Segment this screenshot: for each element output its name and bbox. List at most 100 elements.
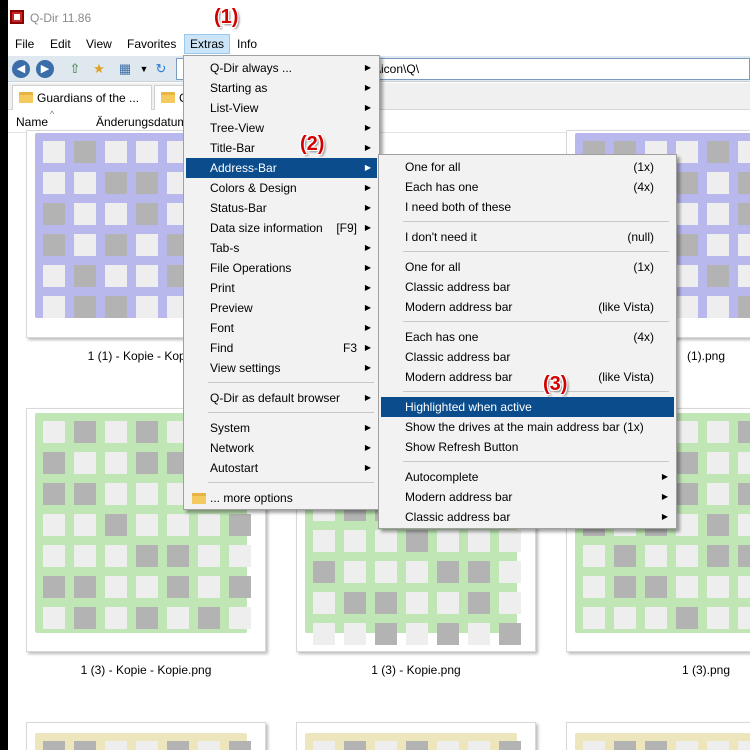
grid-cell [676, 421, 698, 443]
thumbnail[interactable] [296, 722, 536, 750]
menu-bar [8, 34, 750, 54]
tab-guardians[interactable]: Guardians of the ... [12, 85, 152, 110]
grid-cell [707, 545, 729, 567]
grid-cell [738, 452, 750, 474]
extras-menu-item[interactable]: Print ▶ [186, 278, 377, 298]
address-submenu-item[interactable]: Each has one (4x) [381, 177, 674, 197]
thumbnail[interactable] [26, 722, 266, 750]
submenu-arrow-icon: ▶ [364, 323, 371, 332]
address-submenu-item[interactable]: One for all (1x) [381, 257, 674, 277]
extras-menu-item[interactable]: View settings ▶ [186, 358, 377, 378]
up-folder-icon[interactable]: ⇧ [66, 60, 84, 78]
menu-file[interactable]: File [10, 34, 39, 54]
address-submenu-item[interactable]: Show Refresh Button [381, 437, 674, 457]
file-name[interactable]: 1 (3).png [676, 663, 736, 677]
grid-cell [313, 623, 335, 645]
grid-cell [74, 265, 96, 287]
grid-cell [406, 530, 428, 552]
extras-menu-item[interactable]: Tree-View ▶ [186, 118, 377, 138]
extras-menu-item[interactable]: Tab-s ▶ [186, 238, 377, 258]
extras-menu-item[interactable]: Font ▶ [186, 318, 377, 338]
extras-menu-item[interactable]: Preview ▶ [186, 298, 377, 318]
grid-cell [105, 296, 127, 318]
address-submenu-item[interactable]: Autocomplete ▶ [381, 467, 674, 487]
grid-cell [499, 592, 521, 614]
grid-cell [229, 741, 251, 750]
submenu-arrow-icon: ▶ [364, 143, 371, 152]
menu-hint: (4x) [633, 180, 654, 194]
address-submenu-item[interactable]: Show the drives at the main address bar … [381, 417, 674, 437]
refresh-icon[interactable]: ↻ [152, 60, 170, 78]
menu-hint: (like Vista) [598, 300, 654, 314]
grid-cell [437, 592, 459, 614]
view-mode-icon[interactable]: ▦ [116, 60, 134, 78]
extras-menu-item[interactable]: Address-Bar ▶ [186, 158, 377, 178]
extras-menu-item[interactable]: System ▶ [186, 418, 377, 438]
grid-cell [43, 607, 65, 629]
menu-shortcut: [F9] [336, 221, 357, 235]
submenu-arrow-icon: ▶ [364, 423, 371, 432]
menu-item-label: I need both of these [405, 200, 512, 214]
view-dropdown-icon[interactable]: ▼ [135, 60, 153, 78]
forward-arrow-icon[interactable]: ▶ [36, 60, 54, 78]
menu-item-label: Network [210, 441, 255, 455]
menu-item-label: I don't need it [405, 230, 477, 244]
address-submenu-item[interactable]: Modern address bar (like Vista) [381, 367, 674, 387]
grid-cell [676, 607, 698, 629]
grid-cell [136, 576, 158, 598]
address-submenu-item[interactable]: One for all (1x) [381, 157, 674, 177]
extras-menu-item[interactable]: File Operations ▶ [186, 258, 377, 278]
grid-cell [136, 203, 158, 225]
extras-menu-item[interactable]: Q-Dir as default browser ▶ [186, 388, 377, 408]
extras-menu-item[interactable]: Autostart ▶ [186, 458, 377, 478]
extras-menu-item[interactable]: Q-Dir always ... ▶ [186, 58, 377, 78]
address-submenu-item[interactable]: I need both of these [381, 197, 674, 217]
grid-cell [136, 296, 158, 318]
grid-cell [738, 141, 750, 163]
grid-cell [499, 741, 521, 750]
menu-edit[interactable]: Edit [45, 34, 76, 54]
extras-menu-item[interactable]: ... more options [186, 488, 377, 508]
menu-info[interactable]: Info [232, 34, 262, 54]
column-date[interactable]: Änderungsdatum [96, 115, 187, 129]
submenu-arrow-icon: ▶ [364, 223, 371, 232]
submenu-arrow-icon: ▶ [364, 263, 371, 272]
file-name[interactable]: 1 (3) - Kopie - Kopie.png [66, 663, 226, 677]
grid-cell [105, 607, 127, 629]
file-name[interactable]: 1 (1) - Kopie - Kopi [78, 349, 198, 363]
address-submenu-item[interactable]: Highlighted when active [381, 397, 674, 417]
address-submenu-item[interactable]: Modern address bar (like Vista) [381, 297, 674, 317]
back-arrow-icon[interactable]: ◀ [12, 60, 30, 78]
address-submenu-item[interactable]: Modern address bar ▶ [381, 487, 674, 507]
extras-menu-item[interactable]: Starting as ▶ [186, 78, 377, 98]
new-folder-icon[interactable]: ★ [90, 60, 108, 78]
grid-cell [375, 623, 397, 645]
file-name[interactable]: 1 (3) - Kopie.png [356, 663, 476, 677]
extras-menu-item[interactable]: Status-Bar ▶ [186, 198, 377, 218]
thumbnail[interactable] [566, 722, 750, 750]
extras-menu: Q-Dir always ... ▶ Starting as ▶ List-View ▶ T… [183, 55, 380, 510]
menu-extras[interactable]: Extras [184, 34, 231, 54]
grid-cell [707, 172, 729, 194]
address-submenu-item[interactable]: Classic address bar [381, 277, 674, 297]
extras-menu-item[interactable]: Colors & Design ▶ [186, 178, 377, 198]
extras-menu-item[interactable]: Network ▶ [186, 438, 377, 458]
grid-cell [313, 592, 335, 614]
grid-cell [229, 514, 251, 536]
menu-view[interactable]: View [81, 34, 117, 54]
menu-favorites[interactable]: Favorites [122, 34, 181, 54]
menu-item-label: File Operations [210, 261, 292, 275]
address-submenu-item[interactable]: Classic address bar [381, 347, 674, 367]
extras-menu-item[interactable]: Title-Bar ▶ [186, 138, 377, 158]
grid-cell [614, 545, 636, 567]
menu-item-label: Find [210, 341, 234, 355]
grid-cell [583, 545, 605, 567]
column-name[interactable]: Name [16, 115, 48, 129]
extras-menu-item[interactable]: Find F3 ▶ [186, 338, 377, 358]
extras-menu-item[interactable]: List-View ▶ [186, 98, 377, 118]
file-name[interactable]: (1).png [676, 349, 736, 363]
address-submenu-item[interactable]: Classic address bar ▶ [381, 507, 674, 527]
extras-menu-item[interactable]: Data size information [F9] ▶ [186, 218, 377, 238]
address-submenu-item[interactable]: I don't need it (null) [381, 227, 674, 247]
address-submenu-item[interactable]: Each has one (4x) [381, 327, 674, 347]
